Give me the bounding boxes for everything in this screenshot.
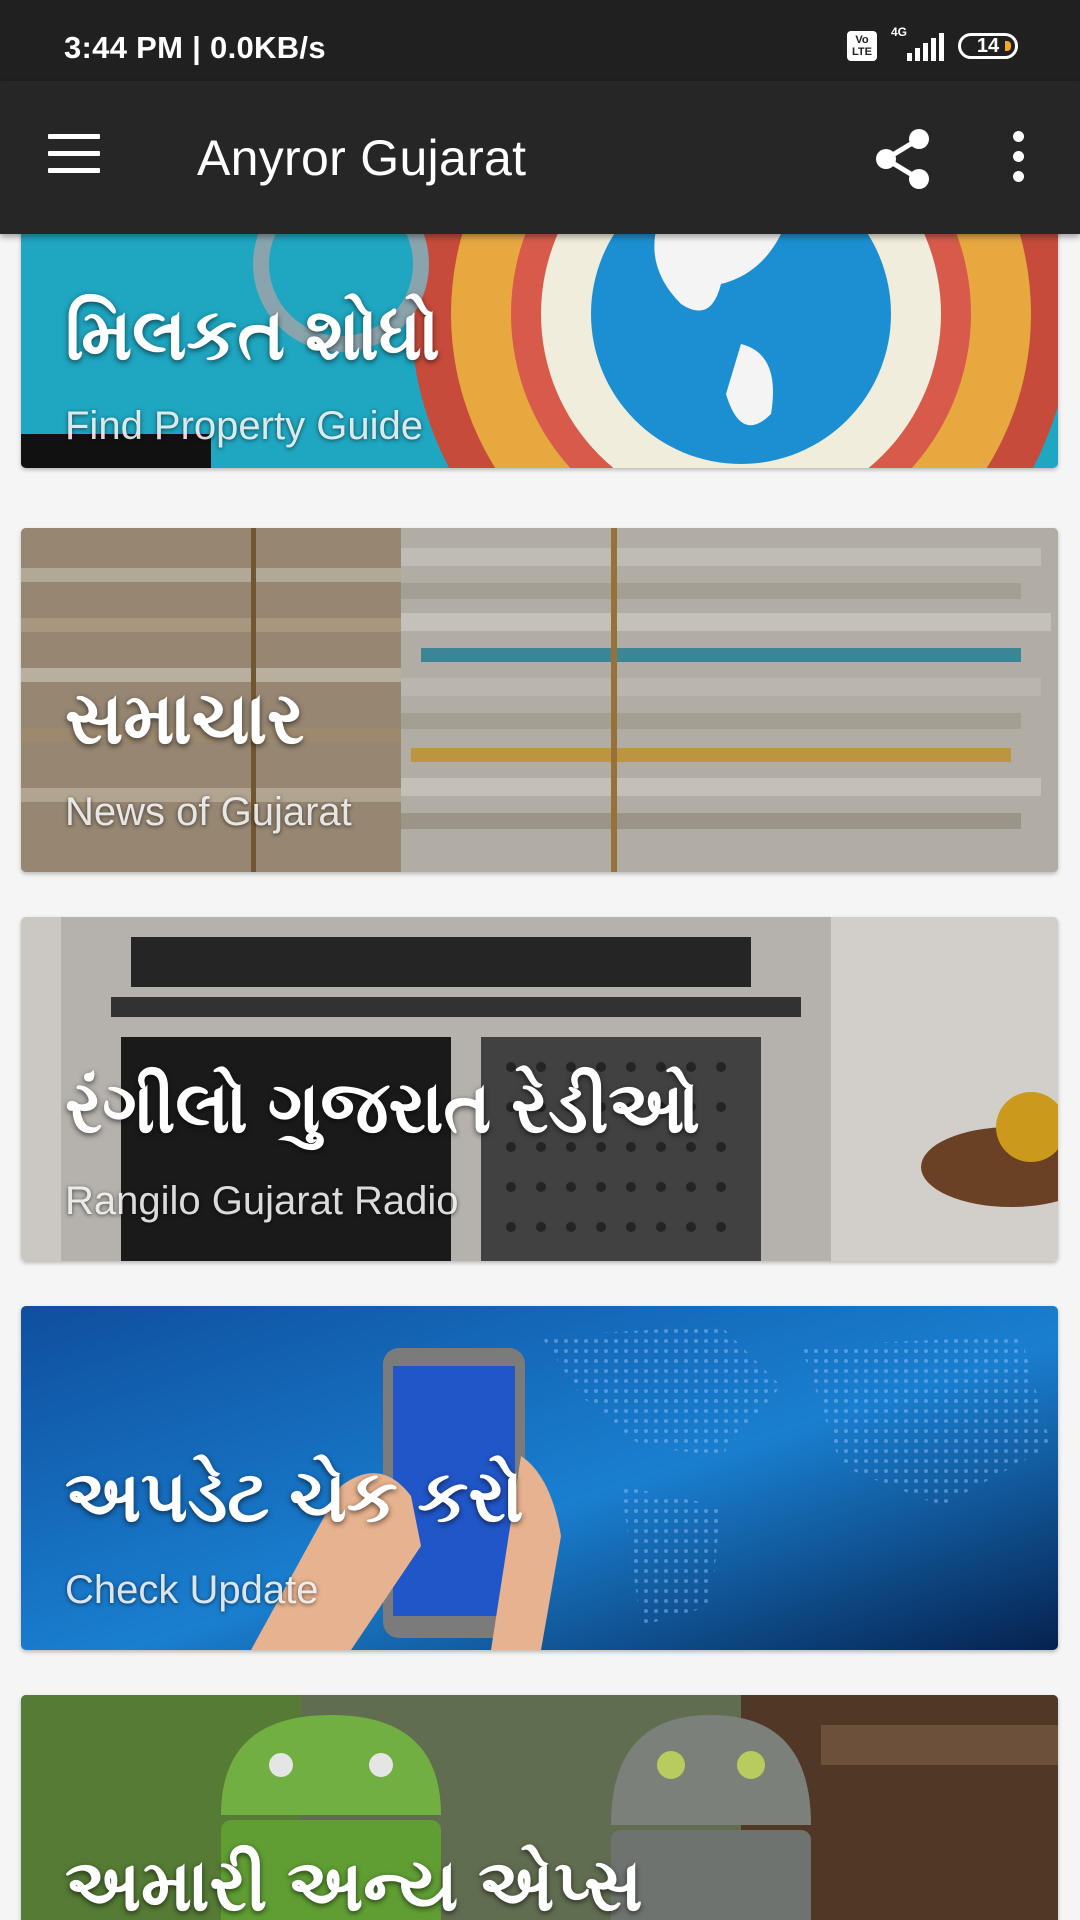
card-other-apps[interactable]: અમારી અન્ય એપ્સ: [21, 1695, 1058, 1920]
network-type-label: 4G: [891, 25, 908, 39]
card-subtitle: Rangilo Gujarat Radio: [65, 1179, 459, 1223]
hamburger-menu-icon[interactable]: [48, 134, 104, 180]
card-radio[interactable]: રંગીલો ગુજરાત રેડીઓ Rangilo Gujarat Radi…: [21, 917, 1058, 1261]
volte-icon: Vo LTE: [847, 31, 877, 61]
app-title: Anyror Gujarat: [197, 130, 527, 186]
share-icon[interactable]: [874, 128, 932, 190]
more-options-icon[interactable]: [1000, 131, 1036, 187]
card-find-property[interactable]: મિલકત શોધો Find Property Guide: [21, 234, 1058, 468]
card-subtitle: News of Gujarat: [65, 790, 352, 834]
battery-icon: 14: [958, 33, 1018, 59]
status-icons: Vo LTE 4G 14: [847, 25, 1018, 66]
status-bar: 3:44 PM | 0.0KB/s Vo LTE 4G 14: [0, 0, 1080, 81]
card-title: સમાચાર: [65, 679, 305, 759]
app-bar: Anyror Gujarat: [0, 81, 1080, 234]
card-check-update[interactable]: અપડેટ ચેક કરો Check Update: [21, 1306, 1058, 1650]
card-list: મિલકત શોધો Find Property Guide સમાચાર Ne…: [0, 234, 1080, 1920]
card-subtitle: Check Update: [65, 1568, 319, 1612]
card-news[interactable]: સમાચાર News of Gujarat: [21, 528, 1058, 872]
status-time: 3:44 PM | 0.0KB/s: [64, 30, 326, 65]
card-title: મિલકત શોધો: [65, 295, 440, 375]
card-title: અપડેટ ચેક કરો: [65, 1457, 524, 1537]
signal-icon: 4G: [891, 25, 944, 61]
battery-level: 14: [976, 34, 1000, 57]
card-title: અમારી અન્ય એપ્સ: [65, 1846, 643, 1920]
card-subtitle: Find Property Guide: [65, 404, 423, 448]
card-title: રંગીલો ગુજરાત રેડીઓ: [65, 1068, 701, 1148]
